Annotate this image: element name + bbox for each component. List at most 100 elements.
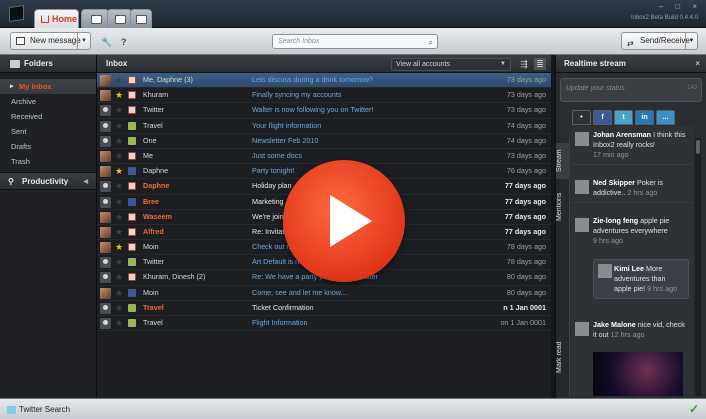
star-icon[interactable]: ★ [115, 134, 123, 148]
folder-trash[interactable]: Trash [0, 154, 96, 169]
avatar [575, 132, 589, 146]
stream-item[interactable]: Zie-long feng apple pie adventures every… [571, 212, 693, 250]
star-icon[interactable]: ★ [115, 270, 123, 284]
mail-icon [128, 151, 136, 160]
tab-stream[interactable]: Stream [556, 143, 570, 179]
star-icon[interactable]: ★ [115, 119, 123, 133]
status-input[interactable]: Update your status 140 [560, 78, 702, 102]
star-icon[interactable]: ★ [115, 88, 123, 102]
message-row[interactable]: ★ Me Just some docs 73 days ago [97, 149, 551, 165]
message-row[interactable]: ★ One Newsletter Feb 2010 74 days ago [97, 134, 551, 149]
mail-icon [128, 243, 136, 252]
twitter-tab[interactable]: t [614, 110, 633, 125]
star-icon[interactable]: ★ [115, 164, 123, 178]
tab-home[interactable]: Home [34, 9, 79, 28]
stream-scrollbar[interactable] [695, 138, 701, 396]
scrollbar-thumb[interactable] [696, 140, 700, 154]
message-row[interactable]: ★ Travel Ticket Confirmation n 1 Jan 0001 [97, 301, 551, 316]
stream-item[interactable]: Jake Malone nice vid, check it out 12 hr… [571, 316, 693, 396]
avatar [100, 257, 111, 269]
star-icon[interactable]: ★ [115, 210, 123, 224]
star-icon[interactable]: ★ [115, 286, 123, 300]
message-date: 78 days ago [506, 242, 546, 252]
chevron-down-icon[interactable]: ▼ [77, 33, 90, 49]
folder-sent[interactable]: Sent [0, 124, 96, 139]
message-from: Me [143, 150, 153, 160]
avatar [100, 196, 111, 208]
avatar [100, 211, 111, 223]
folder-received[interactable]: Received [0, 109, 96, 124]
avatar [100, 166, 111, 178]
message-from: Twitter [143, 257, 165, 267]
tab-mark-read[interactable]: Mark read [556, 337, 570, 377]
stream-feed: Johan Arensman I think this Inbox2 reall… [571, 126, 693, 396]
star-icon[interactable]: ★ [115, 73, 123, 87]
avatar [575, 180, 589, 194]
productivity-section[interactable]: ⚲ Productivity ◀ [0, 172, 96, 190]
window-controls[interactable]: – □ × [659, 2, 702, 11]
thread-view-icon[interactable]: ⇶ [518, 58, 530, 70]
search-icon[interactable]: ⌕ [429, 36, 433, 49]
star-icon[interactable]: ★ [115, 316, 123, 330]
help-icon[interactable]: ? [121, 37, 127, 47]
folder-drafts[interactable]: Drafts [0, 139, 96, 154]
folder-archive[interactable]: Archive [0, 94, 96, 109]
message-from: Alfred [143, 226, 164, 236]
list-view-icon[interactable]: ≣ [534, 58, 546, 70]
message-date: 74 days ago [506, 120, 546, 130]
send-receive-button[interactable]: ⇄ Send/Receive ▼ [621, 32, 698, 50]
people-icon [91, 15, 102, 24]
twitter-search-button[interactable]: Twitter Search [7, 405, 70, 414]
linkedin-tab[interactable]: in [635, 110, 654, 125]
check-icon: ✓ [688, 402, 699, 416]
stream-panel: Realtime stream × Update your status 140… [555, 55, 706, 398]
video-thumbnail[interactable] [593, 352, 683, 396]
message-from: Twitter [143, 105, 165, 115]
message-row[interactable]: ★ Travel Your flight information 74 days ag… [97, 119, 551, 134]
stream-item[interactable]: Johan Arensman I think this Inbox2 reall… [571, 126, 693, 165]
rss-icon [128, 319, 136, 327]
star-icon[interactable]: ★ [115, 103, 123, 117]
star-icon[interactable]: ★ [115, 179, 123, 193]
tab-mentions[interactable]: Mentions [556, 187, 570, 227]
star-icon[interactable]: ★ [115, 149, 123, 163]
star-icon[interactable]: ★ [115, 240, 123, 254]
account-view-select[interactable]: View all accounts ▼ [391, 58, 511, 71]
message-from: Travel [143, 120, 163, 130]
message-from: Travel [143, 318, 163, 327]
home-icon [41, 15, 49, 23]
message-row[interactable]: ★ Travel Flight Information on 1 Jan 0001 [97, 316, 551, 332]
message-from: Bree [143, 196, 159, 206]
chat-tab[interactable]: ... [656, 110, 675, 125]
star-icon[interactable]: ★ [115, 225, 123, 239]
wrench-icon[interactable]: 🔧 [101, 37, 112, 48]
message-date: 77 days ago [504, 181, 546, 191]
search-input[interactable]: Search Inbox ⌕ [272, 34, 438, 49]
stream-reply[interactable]: Kimi Lee More adventures than apple pie!… [593, 259, 689, 299]
message-row[interactable]: ★ Moin Come, see and let me know.... 80 day… [97, 286, 551, 301]
message-row[interactable]: ★ Khuram Finally syncing my accounts 73 day… [97, 88, 551, 104]
facebook-tab[interactable]: f [593, 110, 612, 125]
mail-icon [128, 273, 136, 282]
message-subject: Walter is now following you on Twitter! [252, 105, 374, 115]
tab-people[interactable] [81, 9, 109, 28]
play-video-button[interactable] [283, 160, 405, 282]
message-date: on 1 Jan 0001 [500, 318, 546, 327]
stream-item[interactable]: Ned Skipper Poker is addictive.. 2 hrs a… [571, 174, 693, 203]
star-icon[interactable]: ★ [115, 255, 123, 269]
all-networks-tab[interactable]: • [572, 110, 591, 125]
chevron-left-icon[interactable]: ◀ [83, 173, 88, 191]
chevron-down-icon[interactable]: ▼ [685, 33, 697, 49]
message-row[interactable]: ★ Twitter Walter is now following you on T… [97, 103, 551, 119]
star-icon[interactable]: ★ [115, 195, 123, 209]
message-row[interactable]: ★ Me, Daphne (3) Lets discuss during a dri… [97, 73, 551, 89]
tab-window[interactable] [130, 9, 152, 28]
folder-icon [10, 60, 20, 68]
message-from: Moin [143, 287, 159, 297]
new-message-button[interactable]: New message ▼ [10, 32, 91, 50]
close-icon[interactable]: × [695, 55, 700, 73]
folder-my-inbox[interactable]: My Inbox [0, 79, 96, 94]
tab-documents[interactable] [107, 9, 132, 28]
star-icon[interactable]: ★ [115, 301, 123, 315]
message-date: 74 days ago [506, 135, 546, 145]
